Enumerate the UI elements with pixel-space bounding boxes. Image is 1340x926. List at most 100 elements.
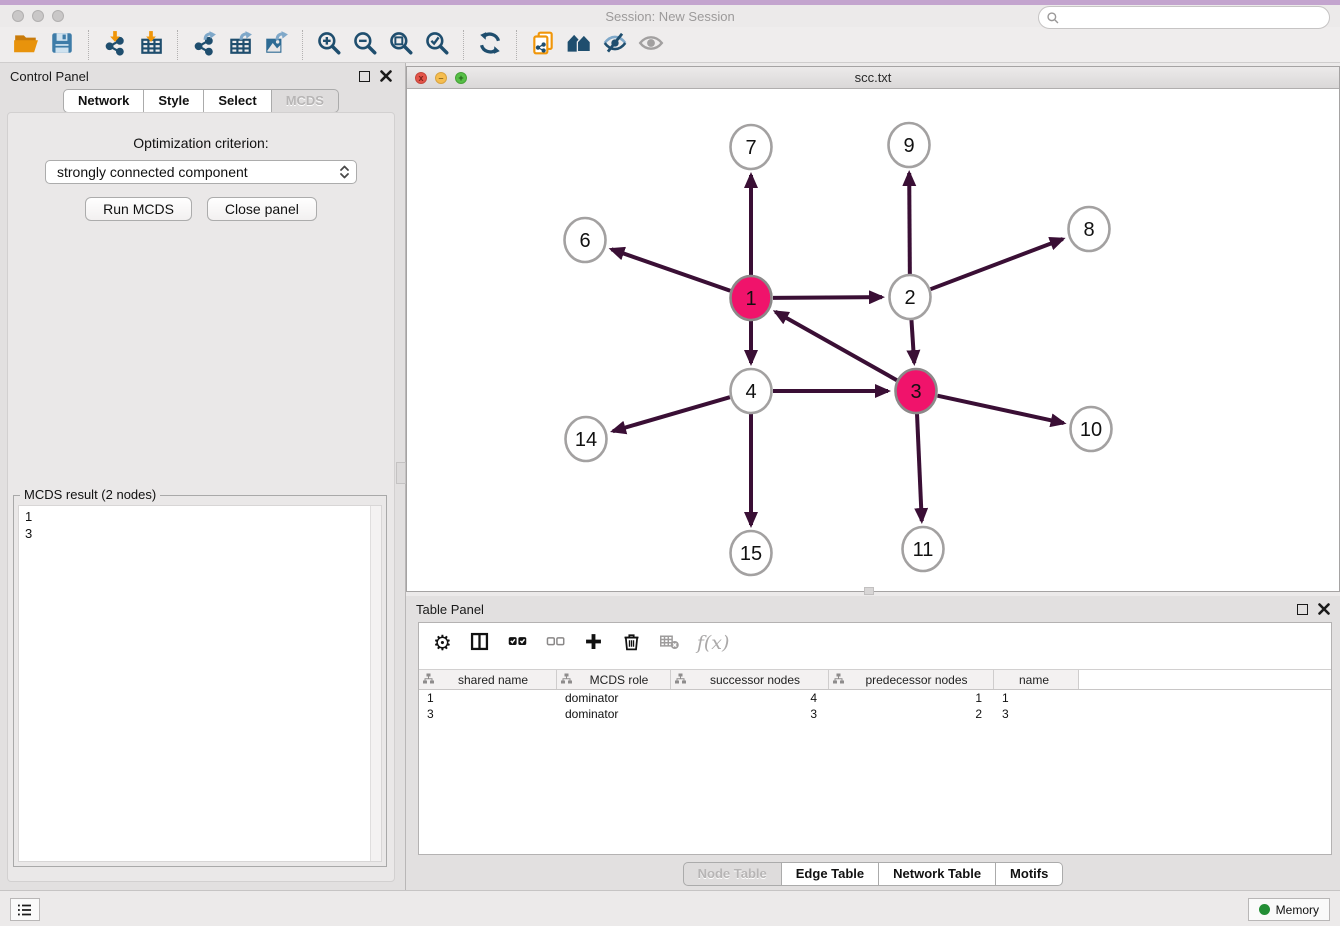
column-header-predecessor-nodes[interactable]: predecessor nodes — [829, 670, 994, 689]
cell-shared-name[interactable]: 1 — [419, 690, 557, 706]
select-all-button[interactable] — [507, 631, 528, 655]
node-14[interactable]: 14 — [566, 417, 607, 461]
edge-2-9[interactable] — [909, 173, 910, 275]
edge-2-8[interactable] — [931, 239, 1063, 289]
function-builder-button[interactable]: f(x) — [697, 632, 730, 654]
export-network-button[interactable] — [186, 30, 222, 60]
zoom-out-button[interactable] — [347, 30, 383, 60]
mcds-panel: Optimization criterion: strongly connect… — [7, 112, 395, 882]
float-icon[interactable] — [359, 71, 370, 82]
node-8[interactable]: 8 — [1069, 207, 1110, 251]
create-column-button[interactable] — [583, 631, 604, 655]
search-input[interactable] — [1060, 11, 1329, 25]
edge-3-10[interactable] — [937, 396, 1063, 423]
float-icon[interactable] — [1297, 604, 1308, 615]
show-columns-button[interactable] — [469, 631, 490, 655]
edge-1-6[interactable] — [611, 249, 730, 291]
tab-select[interactable]: Select — [204, 89, 271, 113]
edge-3-1[interactable] — [775, 312, 896, 380]
node-4[interactable]: 4 — [731, 369, 772, 413]
tree-icon — [671, 673, 686, 687]
close-icon[interactable] — [1318, 603, 1330, 615]
node-2[interactable]: 2 — [890, 275, 931, 319]
horizontal-splitter-handle[interactable] — [864, 587, 874, 595]
cell-MCDS-role[interactable]: dominator — [557, 690, 671, 706]
column-header-MCDS-role[interactable]: MCDS role — [557, 670, 671, 689]
network-canvas[interactable]: 7 9 6 8 1 2 4 3 14 10 15 11 — [407, 89, 1339, 591]
cell-name[interactable]: 1 — [994, 690, 1079, 706]
import-network-button[interactable] — [97, 30, 133, 60]
node-6[interactable]: 6 — [565, 218, 606, 262]
tab-mcds[interactable]: MCDS — [272, 89, 339, 113]
node-7[interactable]: 7 — [731, 125, 772, 169]
status-bar: Memory — [0, 890, 1340, 926]
node-11[interactable]: 11 — [903, 527, 944, 571]
node-1[interactable]: 1 — [731, 276, 772, 320]
zoom-fit-button[interactable] — [383, 30, 419, 60]
table-row[interactable]: 1dominator411 — [419, 690, 1331, 706]
vertical-splitter-handle[interactable] — [396, 462, 406, 484]
network-frame-titlebar[interactable]: x – + scc.txt — [407, 67, 1339, 89]
table-mode-button[interactable]: ⚙ — [433, 633, 452, 654]
delete-column-button[interactable] — [621, 631, 642, 655]
criterion-select[interactable]: strongly connected component — [45, 160, 357, 184]
show-panels-button[interactable] — [633, 30, 669, 60]
deselect-all-icon — [545, 631, 566, 655]
cell-shared-name[interactable]: 3 — [419, 706, 557, 722]
tab-network[interactable]: Network — [63, 89, 144, 113]
result-scrollbar[interactable] — [370, 506, 381, 861]
hide-panels-button[interactable] — [597, 30, 633, 60]
open-session-button[interactable] — [8, 30, 44, 60]
svg-text:1: 1 — [745, 288, 756, 310]
table-panel: Table Panel ⚙ f(x) shared nameMCDS rolesu… — [406, 596, 1340, 890]
gear-icon: ⚙ — [433, 633, 452, 654]
cell-name[interactable]: 3 — [994, 706, 1079, 722]
edge-2-3[interactable] — [911, 319, 914, 363]
zoom-in-button[interactable] — [311, 30, 347, 60]
search-field[interactable] — [1038, 6, 1330, 29]
cell-successor-nodes[interactable]: 3 — [671, 706, 829, 722]
table-panel-title: Table Panel — [416, 602, 1297, 617]
home-button[interactable] — [561, 30, 597, 60]
tab-node-table[interactable]: Node Table — [683, 862, 782, 886]
save-session-button[interactable] — [44, 30, 80, 60]
run-mcds-button[interactable]: Run MCDS — [85, 197, 192, 221]
delete-table-icon — [659, 631, 680, 655]
node-9[interactable]: 9 — [889, 123, 930, 167]
edge-4-14[interactable] — [613, 397, 730, 431]
deselect-all-button[interactable] — [545, 631, 566, 655]
tab-network-table[interactable]: Network Table — [879, 862, 996, 886]
column-header-successor-nodes[interactable]: successor nodes — [671, 670, 829, 689]
apply-layout-button[interactable] — [472, 30, 508, 60]
column-header-name[interactable]: name — [994, 670, 1079, 689]
column-header-shared-name[interactable]: shared name — [419, 670, 557, 689]
cell-successor-nodes[interactable]: 4 — [671, 690, 829, 706]
task-history-button[interactable] — [10, 898, 40, 921]
export-image-button[interactable] — [258, 30, 294, 60]
cell-predecessor-nodes[interactable]: 1 — [829, 690, 994, 706]
export-table-button[interactable] — [222, 30, 258, 60]
toolbar-separator — [88, 30, 89, 60]
clone-network-button[interactable] — [525, 30, 561, 60]
cell-predecessor-nodes[interactable]: 2 — [829, 706, 994, 722]
cell-MCDS-role[interactable]: dominator — [557, 706, 671, 722]
mcds-result-textarea[interactable]: 1 3 — [18, 505, 382, 862]
import-table-button[interactable] — [133, 30, 169, 60]
node-10[interactable]: 10 — [1071, 407, 1112, 451]
edge-3-11[interactable] — [917, 413, 922, 521]
table-row[interactable]: 3dominator323 — [419, 706, 1331, 722]
refresh-icon — [477, 30, 503, 59]
zoom-selected-button[interactable] — [419, 30, 455, 60]
tab-motifs[interactable]: Motifs — [996, 862, 1063, 886]
node-3[interactable]: 3 — [896, 369, 937, 413]
select-all-icon — [507, 631, 528, 655]
memory-button[interactable]: Memory — [1248, 898, 1330, 921]
delete-table-button[interactable] — [659, 631, 680, 655]
close-panel-button[interactable]: Close panel — [207, 197, 317, 221]
mcds-result-title: MCDS result (2 nodes) — [20, 487, 160, 502]
tab-edge-table[interactable]: Edge Table — [782, 862, 879, 886]
node-15[interactable]: 15 — [731, 531, 772, 575]
tab-style[interactable]: Style — [144, 89, 204, 113]
close-icon[interactable] — [380, 70, 392, 82]
edge-1-2[interactable] — [773, 297, 882, 298]
